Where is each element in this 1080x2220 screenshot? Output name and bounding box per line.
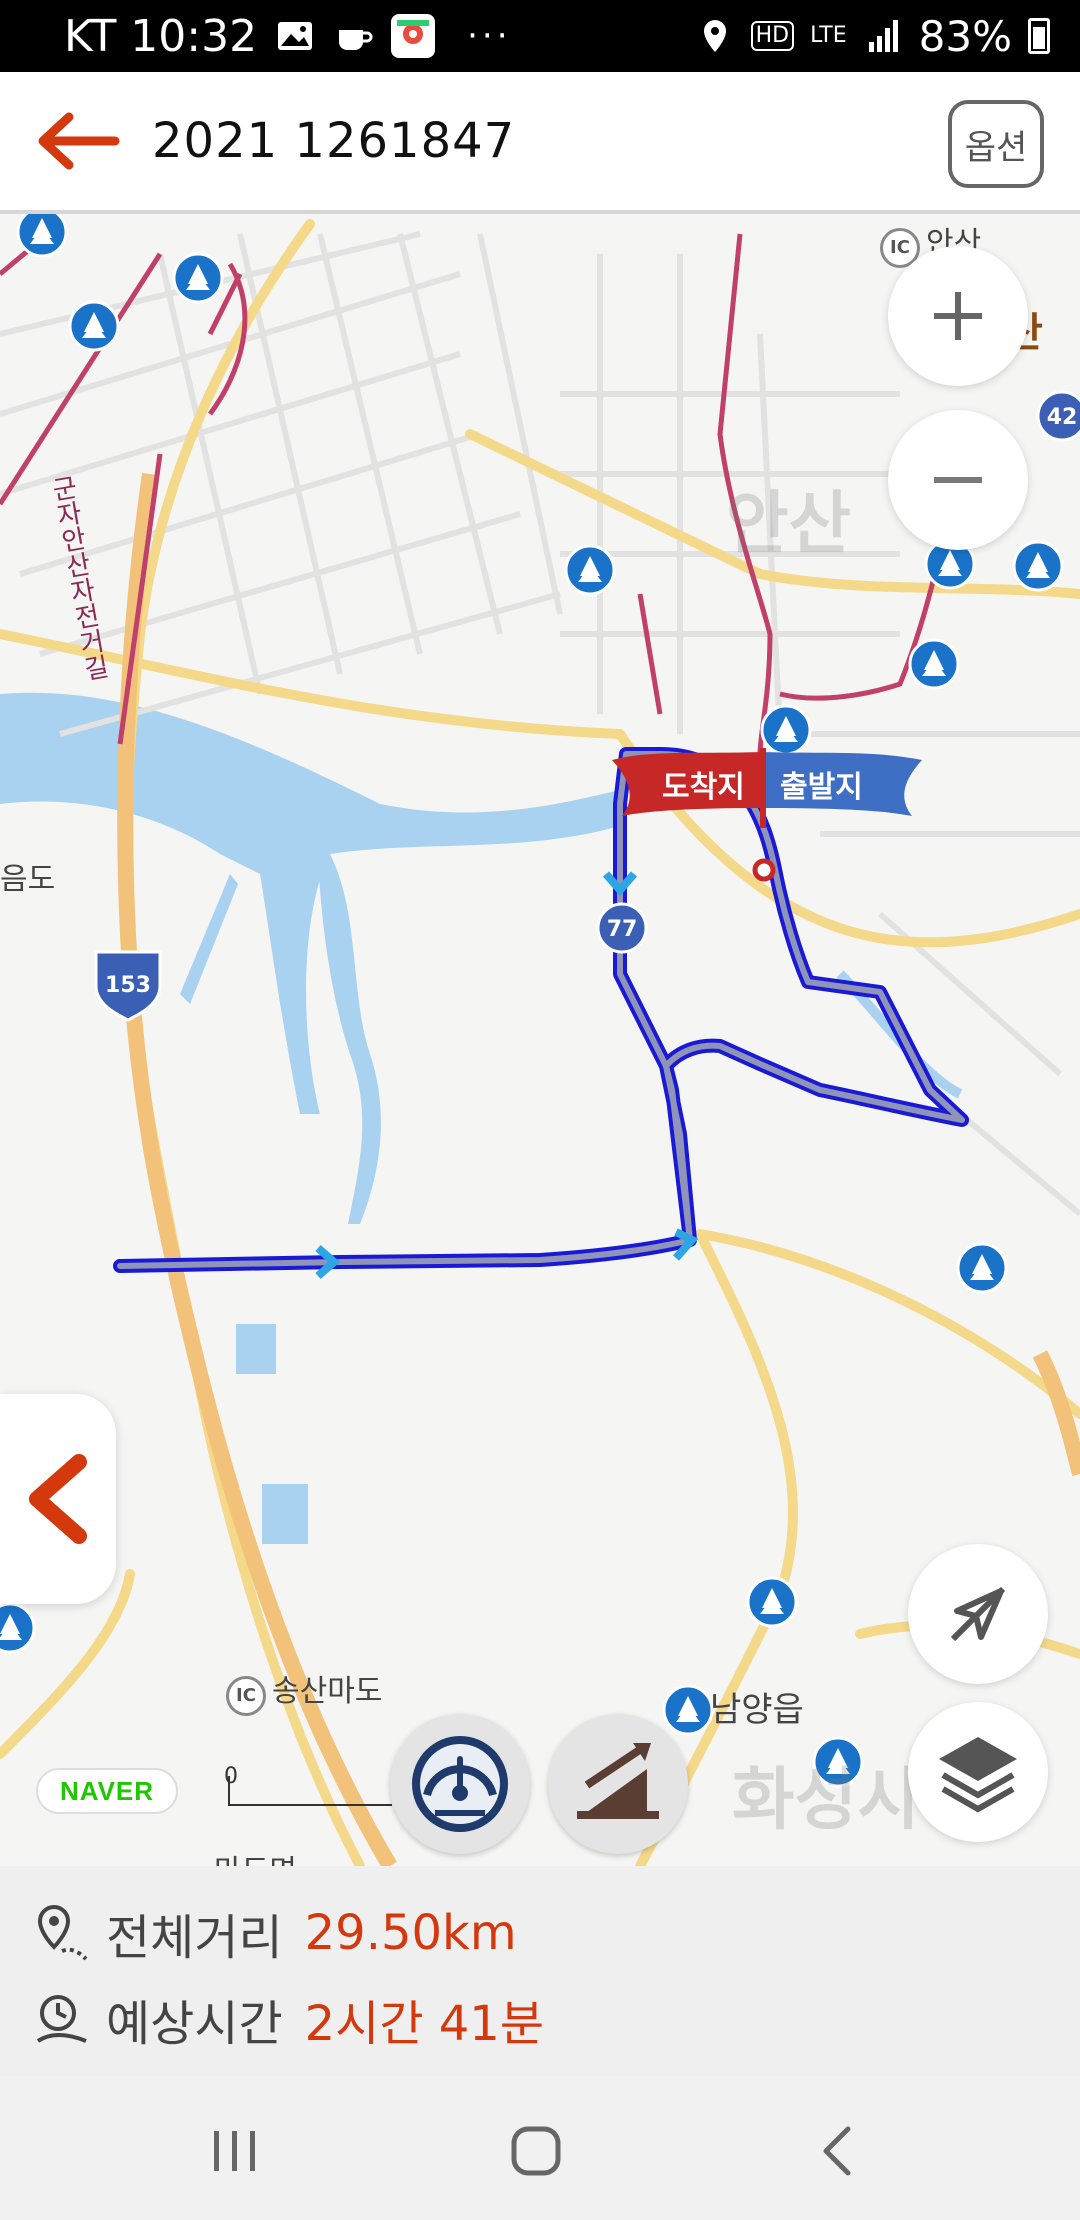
zoom-out-button[interactable] xyxy=(888,410,1028,550)
coffee-icon xyxy=(339,30,373,50)
route-shield-77: 77 xyxy=(596,902,648,954)
home-icon xyxy=(511,2126,561,2176)
location-icon xyxy=(703,20,726,52)
madoman-label: 마도면 xyxy=(214,1846,297,1866)
map-view[interactable]: 153 77 42 IC안산 안산 산 군자안산자전거 xyxy=(0,214,1080,1866)
map-scale-bar xyxy=(228,1776,392,1806)
top-app-bar: 2021 1261847 옵션 xyxy=(0,72,1080,214)
ride-app-icon xyxy=(391,14,436,58)
inlet-water xyxy=(180,874,238,1004)
page-title: 2021 1261847 xyxy=(152,113,516,169)
location-off-icon xyxy=(950,1586,1006,1642)
speedometer-button[interactable] xyxy=(390,1714,530,1854)
time-value: 2시간 41분 xyxy=(304,1996,544,2052)
flag-origin-label: 출발지 xyxy=(780,770,863,805)
island-label: 음도 xyxy=(0,862,56,897)
time-clock-icon xyxy=(36,1995,87,2043)
route-shield-42: 42 xyxy=(1036,390,1080,442)
songsan-ic-label: IC 송산마도 xyxy=(226,1666,382,1716)
svg-text:77: 77 xyxy=(607,917,638,942)
side-panel-toggle-button[interactable] xyxy=(0,1394,116,1604)
distance-row: 전체거리 29.50km xyxy=(32,1898,517,1968)
gallery-icon xyxy=(278,22,313,50)
map-layers-button[interactable] xyxy=(908,1702,1048,1842)
naver-logo: NAVER xyxy=(36,1768,178,1814)
shield-153-number: 153 xyxy=(105,973,151,998)
ansan-city-label: 안산 xyxy=(726,485,852,564)
system-back-icon xyxy=(823,2126,851,2176)
speedometer-icon xyxy=(412,1736,508,1832)
route-summary-panel: 전체거리 29.50km 예상시간 2시간 41분 xyxy=(0,1866,1080,2076)
route-start-point xyxy=(752,858,776,882)
zoom-in-button[interactable] xyxy=(888,246,1028,386)
battery-percent: 83% xyxy=(918,11,1012,61)
back-button[interactable] xyxy=(18,81,138,201)
time-row: 예상시간 2시간 41분 xyxy=(32,1984,544,2054)
back-arrow-icon xyxy=(38,112,120,170)
status-bar: KT 10:32 ··· HD LTE 83% xyxy=(0,0,1080,72)
plus-icon xyxy=(934,292,982,340)
more-notifications: ··· xyxy=(467,16,512,56)
system-nav-bar xyxy=(0,2076,1080,2220)
layers-icon xyxy=(939,1737,1017,1813)
bay-water xyxy=(0,692,620,1114)
pond-water xyxy=(236,1324,276,1374)
time-label: 예상시간 xyxy=(106,1996,283,2052)
distance-label: 전체거리 xyxy=(106,1910,283,1966)
chevron-left-icon xyxy=(29,1454,87,1544)
inlet-water xyxy=(318,854,381,1224)
distance-pin-icon xyxy=(37,1904,88,1961)
home-button[interactable] xyxy=(476,2106,596,2196)
location-tracking-button[interactable] xyxy=(908,1544,1048,1684)
battery-icon xyxy=(1028,18,1050,54)
elevation-icon xyxy=(577,1743,659,1819)
svg-text:42: 42 xyxy=(1047,405,1078,430)
recent-apps-icon xyxy=(214,2131,255,2171)
hd-indicator: HD xyxy=(750,21,795,51)
distance-value: 29.50km xyxy=(304,1905,517,1961)
route-shield-153: 153 xyxy=(94,950,162,1022)
minus-icon xyxy=(934,477,982,483)
carrier-time: KT 10:32 xyxy=(64,10,258,62)
namyang-label: 남양읍 xyxy=(710,1690,804,1730)
signal-icon xyxy=(868,20,898,52)
origin-destination-flag: 도착지 출발지 xyxy=(612,748,922,838)
hwaseong-label: 화성시 xyxy=(732,1761,920,1840)
system-back-button[interactable] xyxy=(780,2106,900,2196)
flag-destination-label: 도착지 xyxy=(662,770,745,805)
recent-apps-button[interactable] xyxy=(174,2106,294,2196)
network-type: LTE xyxy=(810,23,847,48)
flag-graphic xyxy=(612,748,922,838)
elevation-button[interactable] xyxy=(548,1714,688,1854)
pond-water xyxy=(262,1484,308,1544)
options-button[interactable]: 옵션 xyxy=(948,100,1044,188)
